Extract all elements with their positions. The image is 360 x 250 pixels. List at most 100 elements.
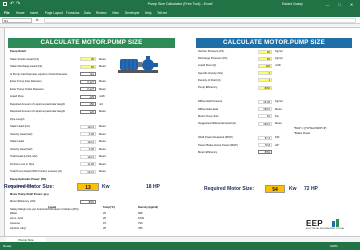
row-value-cell: 110.0 [80,124,96,129]
calc-row: Required Amount of Liquid at particular … [8,102,175,107]
right-panel-title: CALCULATE MOTOR.PUMP SIZE [196,38,352,48]
tab-home[interactable]: Home [16,11,25,15]
row-label: Differential Head [198,107,218,111]
row-unit: Meter [275,122,282,125]
calc-row: Pipe Length [8,117,175,122]
row-value-cell[interactable]: Yes [80,72,96,76]
left-required-value: 13 [77,183,99,191]
calc-row: Static Head (H1) 110.0 Meter [8,124,175,129]
status-bar: Ready 100% [0,242,360,250]
row-label: Liquid Flow [10,95,24,98]
right-calculator-panel: CALCULATE MOTOR.PUMP SIZE Suction Pressu… [196,38,352,198]
row-value-cell[interactable]: 1 [258,78,272,83]
left-calculator-panel: CALCULATE MOTOR.PUMP SIZE Pump Detail: St… [8,38,175,228]
row-value-cell[interactable]: 0.127 [80,87,96,91]
row-label: Static Head (H1) [10,125,30,128]
row-value-cell[interactable]: 65 [258,56,272,61]
row-label: Differential Pressure [198,100,223,104]
tab-page-layout[interactable]: Page Layout [45,11,63,15]
tab-file[interactable]: File [4,11,10,15]
row-value-cell[interactable]: 1 [258,71,272,76]
row-label: Friction Loss in Pipe [10,162,35,166]
zoom-level[interactable]: 100% [330,244,338,248]
row-label: Pump Hydraulic Power: (Ph) [10,177,47,181]
row-label: Shaft Power Required (MSP) [198,136,233,140]
row-value-cell[interactable]: 80% [258,85,272,90]
row-value-cell: 57.3 [258,135,272,140]
row-value-cell[interactable]: 80% [80,199,96,204]
row-value-cell[interactable]: 50 [258,49,272,54]
tab-help[interactable]: Help [145,11,152,15]
row-value-cell: 150.0 [258,121,272,126]
table-header: Liquid [48,206,57,209]
left-panel-title: CALCULATE MOTOR.PUMP SIZE [8,38,175,48]
row-value-cell: 11.00 [80,162,96,166]
row-unit: HP [275,143,279,147]
calc-row: Suggested Differential Head (H) 150.0 Mete… [196,121,292,126]
row-label: Density of Fluid (d) [198,78,221,82]
row-value-cell[interactable]: 125 [80,94,96,99]
right-required-motor-size: Required Motor Size: 54 Kw 72 HP [204,185,354,194]
row-value-cell[interactable]: 35 [80,57,96,61]
undo-icon[interactable]: ↶ [10,1,14,7]
row-value-cell[interactable]: 120 [80,109,96,114]
brand-subtitle: ELECTRICAL ENGINEERING PORTAL [306,228,345,230]
row-value-cell[interactable]: 50 [80,64,96,69]
tab-formulas[interactable]: Formulas [66,11,79,15]
save-icon[interactable] [3,2,7,6]
row-value-cell[interactable]: 120 [258,63,272,68]
calc-row: Velocity Head (H2) 0.00 Meter [8,132,175,137]
brand-bar [332,221,335,227]
row-label: Enter Pump Inlet Diameter [10,80,42,83]
name-box[interactable]: N4 [2,18,32,23]
redo-icon[interactable]: ↷ [16,1,20,7]
tab-view[interactable]: View [112,11,119,15]
formula-bar: N4 fx [0,17,360,24]
brand-logo-text: EEP [306,219,323,228]
brand-logo: EEP ELECTRICAL ENGINEERING PORTAL [306,219,356,233]
calc-row: Pump Efficiency 80% [196,85,292,90]
minimize-button[interactable]: — [323,1,332,8]
user-name[interactable]: Edvard Csanyi [282,2,303,6]
right-required-label: Required Motor Size: [204,186,255,192]
close-button[interactable]: ✕ [347,1,356,8]
calc-row: Total Pump Head (With Friction Losses) (… [8,169,175,174]
row-label: Pipe Length [10,117,25,121]
left-required-unit: Kw [102,184,110,190]
tell-me-search[interactable]: Tell me [157,11,167,15]
calc-row: Specific Gravity (SG) 1 [196,71,292,76]
calc-row: Motor Pump Size 54 Kw [196,114,292,119]
row-value-cell[interactable]: 0.127 [80,79,96,84]
row-label: Motor Pump Shaft Power: (ps) [10,192,49,196]
row-label: Static Discharge Head (h2) [10,65,43,68]
table-cell: Alcohol, ethyl [10,227,26,230]
row-value-cell: 110.0 [80,154,96,159]
row-value-cell[interactable]: 80% [258,150,272,155]
tab-developer[interactable]: Developer [125,11,140,15]
tab-data[interactable]: Data [84,11,91,15]
calc-row: Static Head 110.0 Meter [8,139,175,144]
row-unit: Kg/m2 [275,100,283,104]
row-value-cell[interactable]: 150 [80,102,96,106]
left-required-hp: 18 HP [146,184,160,190]
row-value-cell: 0.00 [80,132,96,136]
row-label: Static Head [10,140,24,143]
maximize-button[interactable]: □ [335,1,344,8]
calc-row: Required Amount of Liquid at particular … [8,109,175,114]
fx-icon[interactable]: fx [36,18,38,22]
row-label: Power Brake Horse Power (BHP) [198,143,238,147]
formula-input[interactable] [44,18,356,23]
row-label: Total Pump Head (With Friction Losses) (… [10,170,62,173]
row-unit: Meter [99,87,106,91]
tab-review[interactable]: Review [96,11,106,15]
table-row: Alcohol, ethyl 25 785 [8,226,173,231]
row-label: Velocity Head (H2) [10,147,33,151]
row-label: Motor Pump Size [198,114,219,118]
tab-insert[interactable]: Insert [30,11,38,15]
right-required-hp: 72 HP [304,186,318,192]
row-value-cell: 121.0 [80,169,96,174]
row-unit: Meter [99,147,106,151]
row-unit: Meter [275,107,282,111]
table-cell: 785 [138,227,143,230]
table-header: Temp(°C) [103,206,115,209]
